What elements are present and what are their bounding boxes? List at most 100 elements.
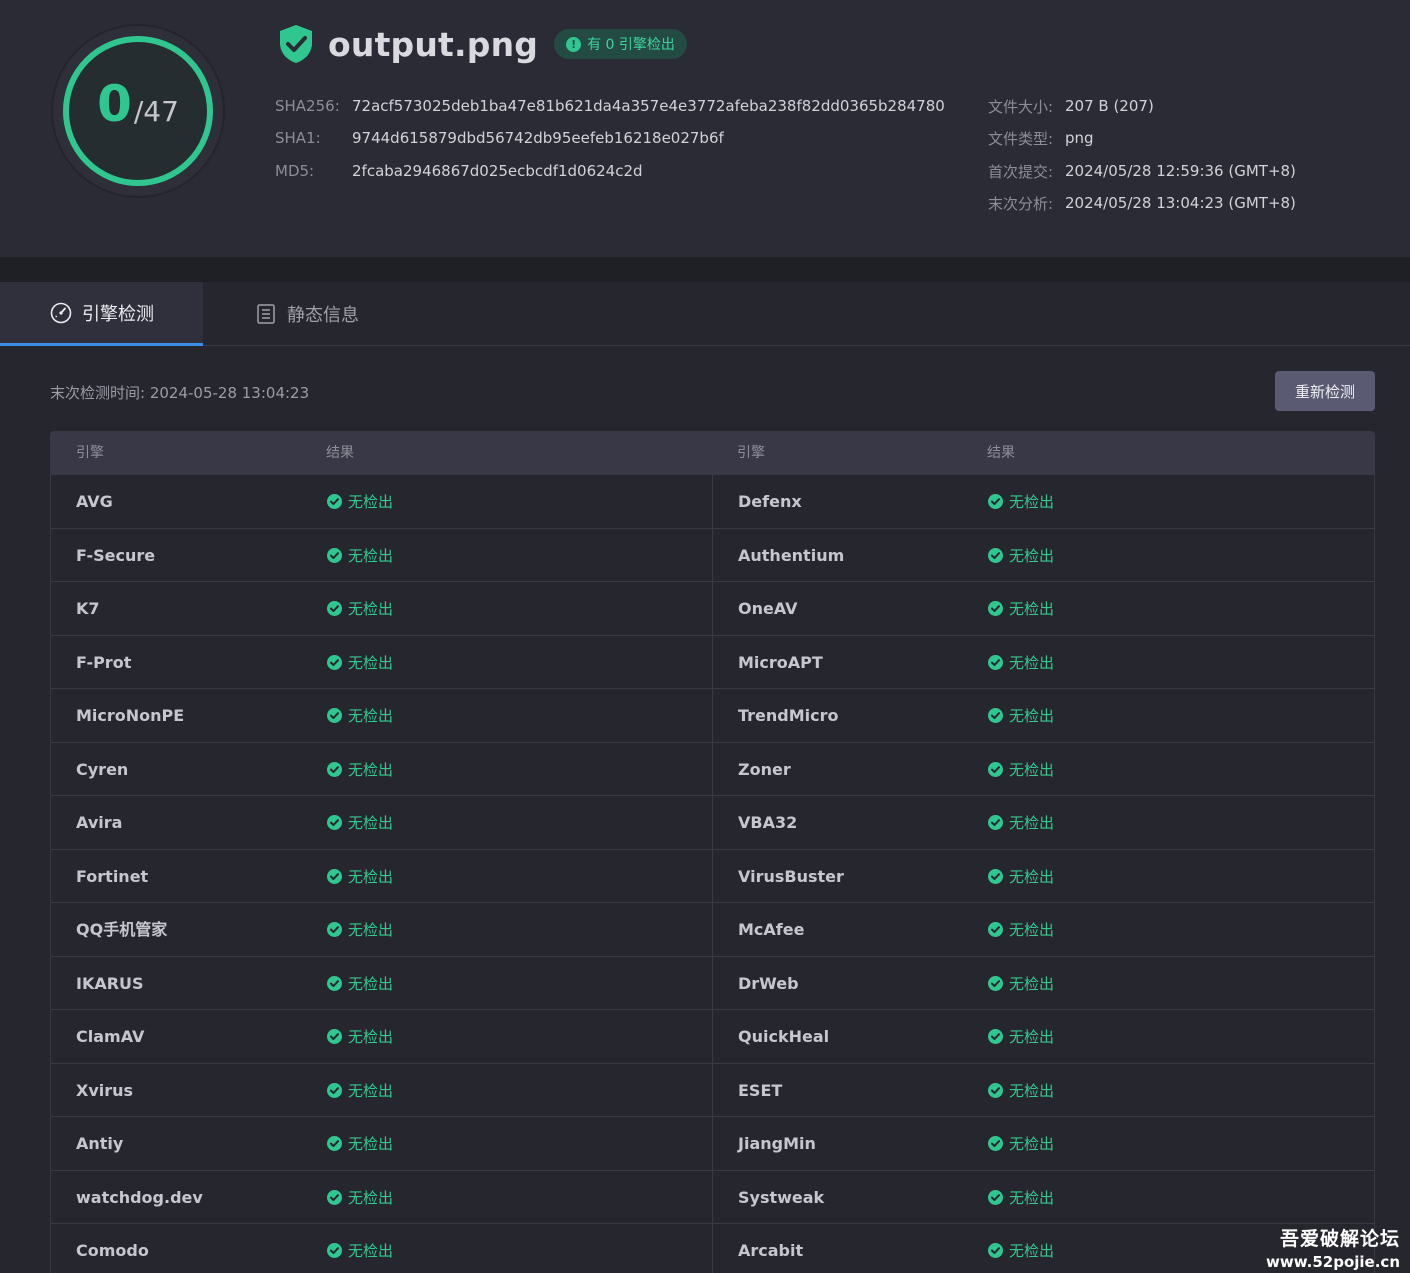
result-label: 无检出	[1009, 974, 1055, 993]
check-circle-icon	[988, 547, 1003, 563]
engine-name: QuickHeal	[738, 1027, 830, 1046]
result-label: 无检出	[1009, 1028, 1055, 1046]
table-row: watchdog.dev 无检出 Systweak 无检出	[50, 1170, 1375, 1224]
result-cell: 无检出	[327, 903, 393, 956]
result-cell: 无检出	[988, 1117, 1054, 1170]
engine-results-table: 引擎 结果 引擎 结果 AVG 无检出 Defenx 无检出 F-Secure 无检出 Au…	[50, 431, 1375, 1273]
meta-value: 2024/05/28 13:04:23 (GMT+8)	[1065, 194, 1296, 212]
check-circle-icon	[988, 1029, 1003, 1044]
column-divider	[712, 689, 713, 742]
result-cell: 无检出	[327, 1117, 393, 1170]
score-text: 0/47	[50, 75, 226, 133]
engine-name: K7	[76, 599, 100, 618]
column-divider	[712, 1063, 713, 1116]
result-label: 无检出	[1009, 814, 1055, 832]
engine-name: Xvirus	[76, 1080, 134, 1100]
engine-name: ESET	[738, 1080, 783, 1100]
engine-name: Zoner	[738, 759, 791, 779]
engine-name: Antiy	[76, 1134, 124, 1153]
rescan-button[interactable]: 重新检测	[1275, 371, 1375, 411]
engine-name: IKARUS	[76, 973, 144, 993]
result-label: 无检出	[1009, 493, 1055, 511]
result-cell: 无检出	[327, 1064, 393, 1117]
result-label: 无检出	[1009, 921, 1055, 939]
hash-row-sha1: SHA1: 9744d615879dbd56742db95eefeb16218e…	[275, 127, 724, 149]
result-cell: 无检出	[327, 743, 393, 796]
check-circle-icon	[988, 1243, 1003, 1258]
result-cell: 无检出	[988, 1171, 1054, 1224]
meta-label: 首次提交:	[988, 162, 1054, 181]
table-row: Cyren 无检出 Zoner 无检出	[50, 742, 1375, 796]
table-row: ClamAV 无检出 QuickHeal 无检出	[50, 1010, 1375, 1064]
engine-total: 47	[143, 95, 179, 128]
document-icon	[257, 304, 275, 324]
meta-label: 文件类型:	[988, 129, 1054, 148]
table-row: K7 无检出 OneAV 无检出	[50, 582, 1375, 636]
detected-count: 0	[97, 75, 132, 133]
detection-badge: ! 有 0 引擎检出	[554, 29, 687, 59]
shield-check-icon	[280, 25, 312, 63]
result-label: 无检出	[1009, 1188, 1055, 1207]
engine-name: JiangMin	[738, 1134, 816, 1153]
result-cell: 无检出	[988, 903, 1054, 956]
column-divider	[712, 956, 713, 1009]
engine-name: AVG	[76, 492, 113, 511]
meta-value: png	[1065, 129, 1094, 147]
result-cell: 无检出	[988, 689, 1054, 742]
result-cell: 无检出	[988, 796, 1054, 849]
check-circle-icon	[988, 654, 1003, 670]
check-circle-icon	[327, 601, 342, 616]
engine-name: ClamAV	[76, 1027, 145, 1046]
column-divider	[712, 582, 713, 635]
check-circle-icon	[327, 1136, 342, 1151]
result-label: 无检出	[348, 707, 394, 725]
hash-label: MD5:	[275, 162, 315, 180]
meta-row-file-type: 文件类型: png	[988, 127, 1094, 149]
meta-row-file-size: 文件大小: 207 B (207)	[988, 95, 1154, 117]
engine-name: QQ手机管家	[76, 920, 168, 939]
result-cell: 无检出	[327, 689, 393, 742]
result-label: 无检出	[348, 921, 394, 939]
result-label: 无检出	[348, 1188, 394, 1207]
table-row: QQ手机管家 无检出 McAfee 无检出	[50, 903, 1375, 957]
result-cell: 无检出	[327, 796, 393, 849]
column-divider	[712, 849, 713, 902]
column-divider	[712, 475, 713, 528]
tab-static-info[interactable]: 静态信息	[203, 282, 403, 346]
column-divider	[712, 796, 713, 849]
column-header-engine: 引擎	[737, 445, 765, 461]
engine-name: Arcabit	[738, 1241, 804, 1260]
check-circle-icon	[327, 815, 342, 830]
check-circle-icon	[327, 1029, 342, 1044]
table-row: Fortinet 无检出 VirusBuster 无检出	[50, 849, 1375, 903]
check-circle-icon	[988, 1082, 1003, 1098]
hash-row-md5: MD5: 2fcaba2946867d025ecbcdf1d0624c2d	[275, 160, 643, 182]
site-watermark: 吾爱破解论坛 www.52pojie.cn	[1266, 1224, 1400, 1271]
result-cell: 无检出	[988, 1064, 1054, 1117]
result-cell: 无检出	[988, 475, 1054, 528]
check-circle-icon	[988, 601, 1003, 616]
result-label: 无检出	[1009, 760, 1055, 779]
check-circle-icon	[988, 1189, 1003, 1205]
result-cell: 无检出	[327, 529, 393, 582]
result-cell: 无检出	[988, 1224, 1054, 1273]
result-cell: 无检出	[327, 1224, 393, 1273]
table-row: Comodo 无检出 Arcabit 无检出	[50, 1224, 1375, 1273]
result-cell: 无检出	[988, 582, 1054, 635]
check-circle-icon	[327, 1189, 342, 1205]
result-label: 无检出	[348, 1028, 394, 1046]
check-circle-icon	[327, 1082, 342, 1098]
detection-score-gauge: 0/47	[50, 23, 226, 199]
tab-engine-detection[interactable]: 引擎检测	[0, 282, 203, 346]
check-circle-icon	[327, 1243, 342, 1258]
engine-name: F-Secure	[76, 545, 156, 565]
alert-icon: !	[566, 36, 582, 52]
check-circle-icon	[988, 868, 1003, 884]
check-circle-icon	[988, 708, 1003, 723]
check-circle-icon	[988, 975, 1003, 991]
result-cell: 无检出	[327, 636, 393, 689]
column-divider	[712, 1117, 713, 1170]
engine-name: DrWeb	[738, 973, 799, 993]
result-cell: 无检出	[988, 529, 1054, 582]
engine-name: MicroNonPE	[76, 706, 185, 725]
